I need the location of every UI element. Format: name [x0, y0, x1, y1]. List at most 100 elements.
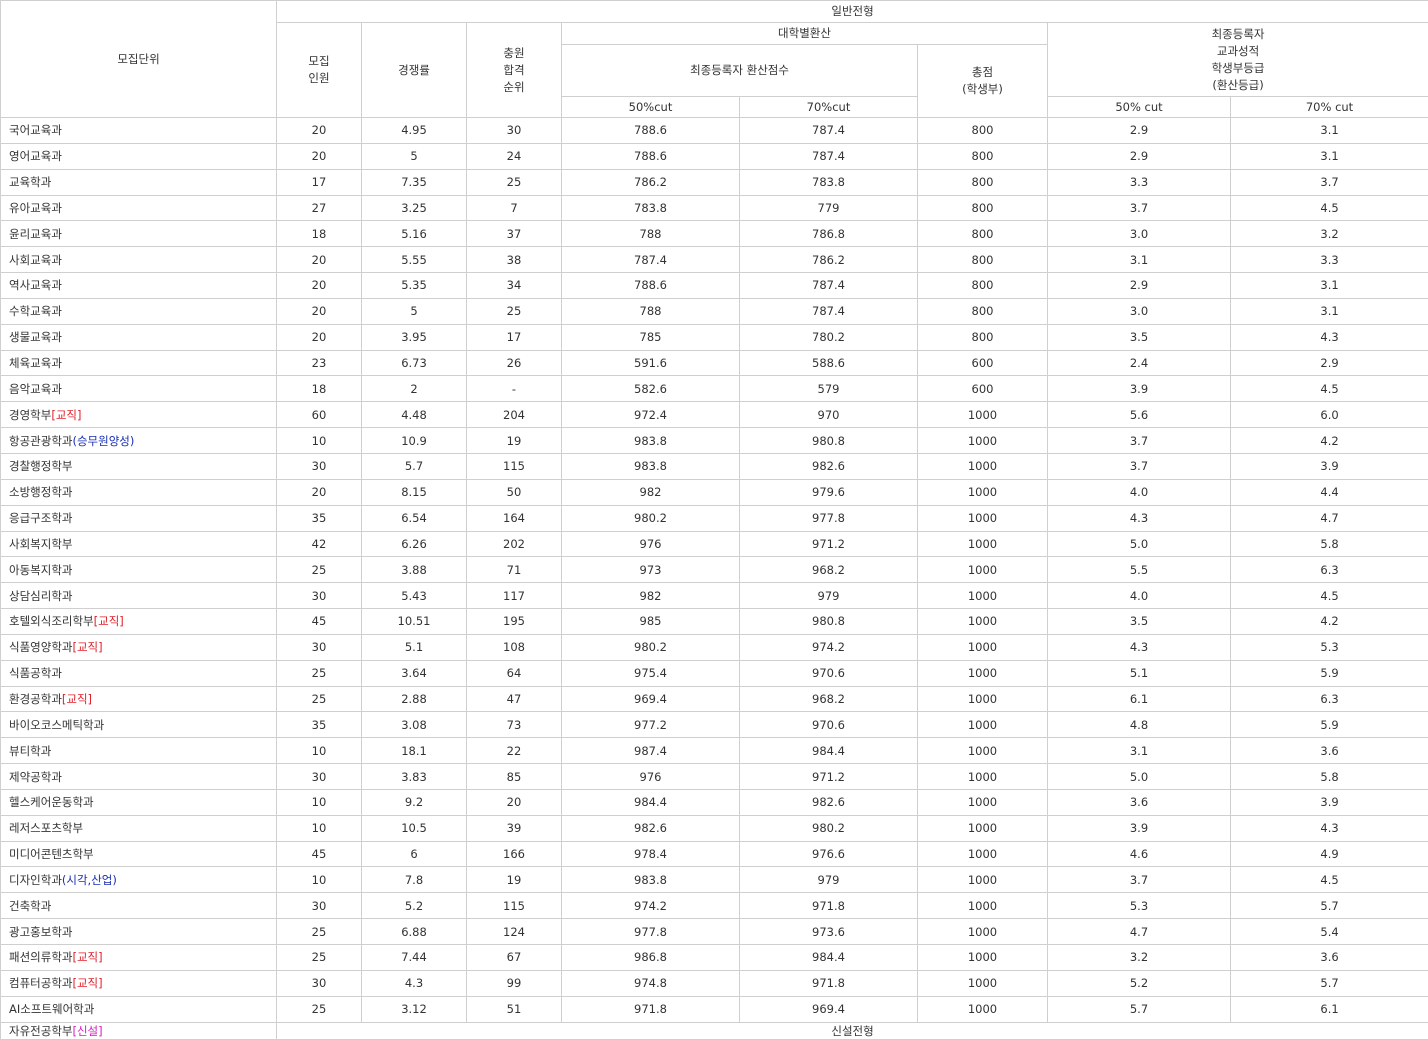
s70-cell: 970.6 — [740, 712, 918, 738]
s70-cell: 588.6 — [740, 350, 918, 376]
total-cell: 600 — [918, 376, 1048, 402]
ratio-cell: 6.73 — [362, 350, 467, 376]
g70-cell: 5.8 — [1231, 764, 1428, 790]
s70-cell: 979 — [740, 867, 918, 893]
s50-cell: 786.2 — [562, 169, 740, 195]
rank-cell: 47 — [467, 686, 562, 712]
s70-cell: 971.8 — [740, 893, 918, 919]
s50-cell: 787.4 — [562, 247, 740, 273]
g50-cell: 3.1 — [1048, 247, 1231, 273]
unit-name-cell: 바이오코스메틱학과 — [1, 712, 277, 738]
g50-cell: 5.1 — [1048, 660, 1231, 686]
s70-cell: 980.8 — [740, 428, 918, 454]
unit-name: 미디어콘텐츠학부 — [9, 847, 94, 861]
unit-tag: [교직] — [51, 408, 81, 422]
unit-name-cell: 식품공학과 — [1, 660, 277, 686]
unit-name: 자유전공학부 — [9, 1024, 72, 1038]
g70-cell: 3.7 — [1231, 169, 1428, 195]
g70-cell: 3.1 — [1231, 273, 1428, 299]
quota-cell: 45 — [277, 609, 362, 635]
unit-tag: [교직] — [94, 614, 124, 628]
s50-cell: 984.4 — [562, 789, 740, 815]
s70-cell: 786.8 — [740, 221, 918, 247]
ratio-cell: 3.08 — [362, 712, 467, 738]
table-row: 경찰행정학부305.7115983.8982.610003.73.9 — [1, 453, 1428, 479]
g50-cell: 3.5 — [1048, 609, 1231, 635]
unit-name-cell: 환경공학과[교직] — [1, 686, 277, 712]
g70-cell: 3.9 — [1231, 789, 1428, 815]
rank-cell: 73 — [467, 712, 562, 738]
unit-name-cell: 사회교육과 — [1, 247, 277, 273]
g50-cell: 3.7 — [1048, 428, 1231, 454]
s50-cell: 982 — [562, 583, 740, 609]
g70-cell: 4.9 — [1231, 841, 1428, 867]
header-ratio: 경쟁률 — [362, 23, 467, 118]
unit-name-cell: 국어교육과 — [1, 118, 277, 144]
quota-cell: 20 — [277, 479, 362, 505]
unit-name: 교육학과 — [9, 175, 51, 189]
total-cell: 1000 — [918, 609, 1048, 635]
ratio-cell: 6 — [362, 841, 467, 867]
g70-cell: 3.9 — [1231, 453, 1428, 479]
new-track-note: 신설전형 — [277, 1022, 1428, 1039]
header-univ-conversion: 대학별환산 — [562, 23, 1048, 45]
ratio-cell: 7.8 — [362, 867, 467, 893]
s70-cell: 980.2 — [740, 815, 918, 841]
total-cell: 1000 — [918, 738, 1048, 764]
total-cell: 1000 — [918, 660, 1048, 686]
rank-cell: 25 — [467, 298, 562, 324]
s70-cell: 779 — [740, 195, 918, 221]
unit-name-cell: 경영학부[교직] — [1, 402, 277, 428]
rank-cell: 17 — [467, 324, 562, 350]
ratio-cell: 4.95 — [362, 118, 467, 144]
header-total: 총점(학생부) — [918, 45, 1048, 118]
ratio-cell: 3.64 — [362, 660, 467, 686]
s70-cell: 980.8 — [740, 609, 918, 635]
g50-cell: 3.0 — [1048, 298, 1231, 324]
table-row: 뷰티학과1018.122987.4984.410003.13.6 — [1, 738, 1428, 764]
ratio-cell: 3.12 — [362, 996, 467, 1022]
total-cell: 1000 — [918, 531, 1048, 557]
table-row: AI소프트웨어학과253.1251971.8969.410005.76.1 — [1, 996, 1428, 1022]
s50-cell: 785 — [562, 324, 740, 350]
unit-name: 수학교육과 — [9, 304, 62, 318]
g50-cell: 5.3 — [1048, 893, 1231, 919]
table-row: 광고홍보학과256.88124977.8973.610004.75.4 — [1, 919, 1428, 945]
s70-cell: 780.2 — [740, 324, 918, 350]
s50-cell: 982 — [562, 479, 740, 505]
unit-name: 경영학부 — [9, 408, 51, 422]
ratio-cell: 10.51 — [362, 609, 467, 635]
g50-cell: 5.5 — [1048, 557, 1231, 583]
g70-cell: 3.3 — [1231, 247, 1428, 273]
quota-cell: 10 — [277, 867, 362, 893]
table-row: 컴퓨터공학과[교직]304.399974.8971.810005.25.7 — [1, 970, 1428, 996]
header-unit: 모집단위 — [1, 1, 277, 118]
unit-tag: (승무원양성) — [72, 434, 134, 448]
ratio-cell: 3.95 — [362, 324, 467, 350]
quota-cell: 18 — [277, 221, 362, 247]
g50-cell: 4.3 — [1048, 505, 1231, 531]
ratio-cell: 6.88 — [362, 919, 467, 945]
s50-cell: 971.8 — [562, 996, 740, 1022]
s50-cell: 983.8 — [562, 867, 740, 893]
g70-cell: 3.2 — [1231, 221, 1428, 247]
g70-cell: 6.1 — [1231, 996, 1428, 1022]
table-row: 바이오코스메틱학과353.0873977.2970.610004.85.9 — [1, 712, 1428, 738]
table-row: 항공관광학과(승무원양성)1010.919983.8980.810003.74.… — [1, 428, 1428, 454]
table-row: 헬스케어운동학과109.220984.4982.610003.63.9 — [1, 789, 1428, 815]
unit-name: 컴퓨터공학과 — [9, 976, 72, 990]
s70-cell: 971.8 — [740, 970, 918, 996]
total-cell: 800 — [918, 118, 1048, 144]
unit-name-cell: 뷰티학과 — [1, 738, 277, 764]
g50-cell: 3.6 — [1048, 789, 1231, 815]
unit-name-cell: 컴퓨터공학과[교직] — [1, 970, 277, 996]
quota-cell: 25 — [277, 919, 362, 945]
table-row: 음악교육과182-582.65796003.94.5 — [1, 376, 1428, 402]
g70-cell: 5.9 — [1231, 660, 1428, 686]
total-cell: 800 — [918, 143, 1048, 169]
table-row: 식품공학과253.6464975.4970.610005.15.9 — [1, 660, 1428, 686]
unit-name: 국어교육과 — [9, 123, 62, 137]
s70-cell: 984.4 — [740, 738, 918, 764]
unit-name: 체육교육과 — [9, 356, 62, 370]
total-cell: 1000 — [918, 815, 1048, 841]
